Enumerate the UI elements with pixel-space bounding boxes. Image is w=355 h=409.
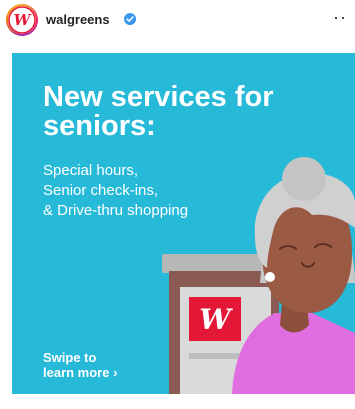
svg-text:W: W	[14, 11, 33, 29]
service-drive-thru: & Drive-thru shopping	[43, 202, 189, 219]
more-options-icon[interactable]: ··	[333, 7, 347, 28]
avatar[interactable]: W	[6, 4, 38, 36]
chevron-right-icon: ›	[113, 365, 118, 380]
service-special-hours: Special hours,	[43, 162, 139, 179]
walgreens-w-logo-icon: W	[199, 303, 233, 336]
swipe-line-1: Swipe to	[43, 350, 97, 365]
verified-badge-icon	[124, 12, 136, 30]
swipe-line-2: learn more ›	[43, 365, 118, 380]
earring	[265, 272, 275, 282]
post-headline: New services for seniors:	[43, 81, 274, 142]
swipe-prompt[interactable]: Swipe to learn more ›	[43, 350, 163, 380]
post-image[interactable]: W New services for seniors: Special hour…	[12, 53, 355, 394]
walgreens-logo-icon: W	[8, 6, 36, 34]
hair-bun	[282, 157, 326, 201]
post-header: W walgreens ··	[0, 0, 355, 40]
service-senior-check-ins: Senior check-ins,	[43, 182, 159, 199]
bottom-strip	[0, 396, 355, 409]
account-name[interactable]: walgreens	[46, 12, 110, 27]
services-list: Special hours, Senior check-ins, & Drive…	[43, 161, 263, 221]
